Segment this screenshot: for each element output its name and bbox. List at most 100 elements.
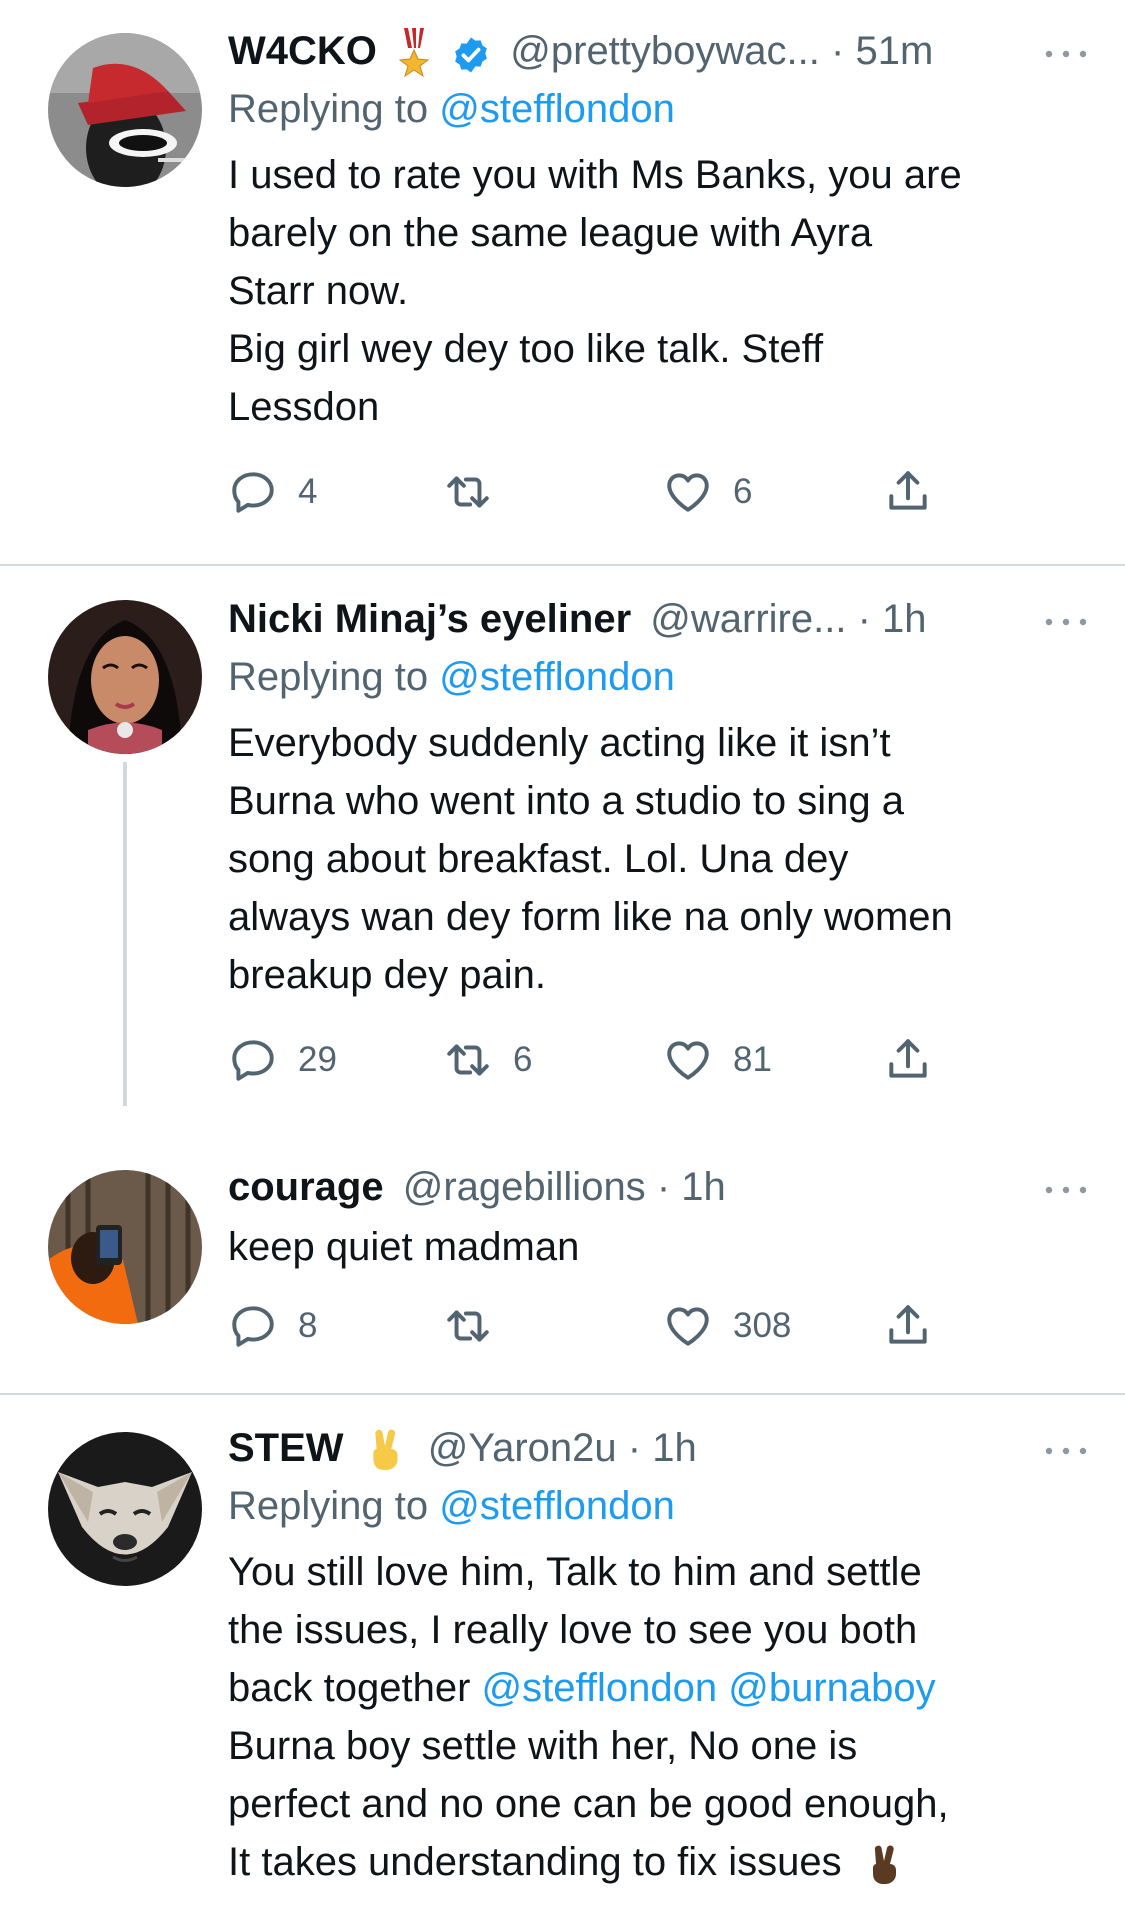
- reply-button[interactable]: 4: [228, 462, 317, 522]
- like-icon: [663, 1301, 713, 1351]
- share-button[interactable]: [883, 1030, 933, 1090]
- like-button[interactable]: 6: [663, 462, 752, 522]
- reply-count: 29: [298, 1040, 337, 1079]
- mention-link[interactable]: @stefflondon: [439, 655, 675, 699]
- text-segment: It takes understanding to fix issues: [228, 1840, 842, 1884]
- retweet-icon: [443, 1035, 493, 1085]
- thread-line: [123, 762, 127, 1106]
- retweet-button[interactable]: [443, 1296, 493, 1356]
- more-icon[interactable]: [1041, 590, 1091, 648]
- retweet-count: 6: [513, 1040, 533, 1079]
- text-line: breakup dey pain.: [228, 953, 547, 997]
- like-count: 6: [733, 472, 753, 511]
- handle[interactable]: @prettyboywac...: [510, 29, 820, 73]
- medal-icon: [394, 26, 434, 80]
- retweet-icon: [443, 1301, 493, 1351]
- avatar[interactable]: [48, 33, 202, 187]
- like-icon: [663, 1035, 713, 1085]
- handle[interactable]: @Yaron2u: [428, 1426, 617, 1470]
- more-icon[interactable]: [1041, 22, 1091, 80]
- timestamp[interactable]: 51m: [855, 29, 933, 73]
- reply-count: 4: [298, 472, 318, 511]
- display-name[interactable]: STEW: [228, 1426, 344, 1470]
- text-line: Burna boy settle with her, No one is: [228, 1724, 858, 1768]
- reply-icon: [228, 1301, 278, 1351]
- tweet-text: You still love him, Talk to him and sett…: [228, 1543, 1091, 1891]
- more-icon[interactable]: [1041, 1158, 1091, 1216]
- reply-icon: [228, 1035, 278, 1085]
- text-line: You still love him, Talk to him and sett…: [228, 1550, 922, 1594]
- text-line: keep quiet madman: [228, 1225, 580, 1269]
- display-name[interactable]: courage: [228, 1165, 384, 1209]
- text-line: song about breakfast. Lol. Una dey: [228, 837, 849, 881]
- like-button[interactable]: 308: [663, 1296, 791, 1356]
- tweet[interactable]: Nicki Minaj’s eyeliner @warrire... · 1h …: [0, 566, 1125, 1106]
- retweet-icon: [443, 467, 493, 517]
- like-icon: [663, 467, 713, 517]
- text-line: perfect and no one can be good enough,: [228, 1782, 949, 1826]
- victory-hand-emoji: [865, 1841, 905, 1887]
- text-line: Big girl wey dey too like talk. Steff: [228, 327, 824, 371]
- display-name[interactable]: W4CKO: [228, 29, 377, 73]
- timestamp[interactable]: 1h: [681, 1165, 726, 1209]
- replying-to: Replying to @stefflondon: [228, 1477, 1091, 1535]
- reply-icon: [228, 467, 278, 517]
- like-count: 308: [733, 1306, 792, 1345]
- separator: ·: [857, 597, 871, 641]
- text-line: Starr now.: [228, 269, 409, 313]
- text-line: back together @stefflondon @burnaboy: [228, 1659, 1091, 1717]
- timestamp[interactable]: 1h: [652, 1426, 697, 1470]
- mention-link[interactable]: @stefflondon: [439, 1484, 675, 1528]
- mention-link[interactable]: @burnaboy: [728, 1666, 935, 1710]
- tweet[interactable]: courage @ragebillions · 1h keep quiet ma…: [0, 1148, 1125, 1394]
- victory-hand-emoji: [365, 1425, 407, 1475]
- handle[interactable]: @warrire...: [650, 597, 846, 641]
- like-button[interactable]: 81: [663, 1030, 772, 1090]
- avatar[interactable]: [48, 1170, 202, 1324]
- like-count: 81: [733, 1040, 772, 1079]
- share-button[interactable]: [883, 462, 933, 522]
- replying-label: Replying to: [228, 87, 429, 131]
- action-bar: 8 308: [228, 1296, 1091, 1356]
- replying-to: Replying to @stefflondon: [228, 80, 1091, 138]
- separator: ·: [656, 1165, 671, 1209]
- separator: ·: [831, 29, 845, 73]
- replying-to: Replying to @stefflondon: [228, 648, 1091, 706]
- text-line: Lessdon: [228, 385, 380, 429]
- reply-button[interactable]: 29: [228, 1030, 337, 1090]
- retweet-button[interactable]: 6: [443, 1030, 532, 1090]
- display-name[interactable]: Nicki Minaj’s eyeliner: [228, 597, 631, 641]
- share-icon: [883, 1035, 933, 1085]
- mention-link[interactable]: @stefflondon: [482, 1666, 718, 1710]
- reply-count: 8: [298, 1306, 318, 1345]
- action-bar: 29 6 81: [228, 1030, 1091, 1090]
- text-line: barely on the same league with Ayra: [228, 211, 873, 255]
- mention-link[interactable]: @stefflondon: [439, 87, 675, 131]
- replying-label: Replying to: [228, 1484, 429, 1528]
- text-line: I used to rate you with Ms Banks, you ar…: [228, 153, 962, 197]
- tweet-text: keep quiet madman: [228, 1218, 1091, 1276]
- text-line: the issues, I really love to see you bot…: [228, 1608, 918, 1652]
- text-line: Burna who went into a studio to sing a: [228, 779, 904, 823]
- share-icon: [883, 467, 933, 517]
- tweet[interactable]: W4CKO @prettyboywac... · 51m Replying to…: [0, 0, 1125, 562]
- action-bar: 4 6: [228, 462, 1091, 522]
- avatar[interactable]: [48, 1432, 202, 1586]
- avatar[interactable]: [48, 600, 202, 754]
- text-line: Everybody suddenly acting like it isn’t: [228, 721, 891, 765]
- tweet-text: Everybody suddenly acting like it isn’t …: [228, 714, 1091, 1004]
- replying-label: Replying to: [228, 655, 429, 699]
- share-button[interactable]: [883, 1296, 933, 1356]
- tweet-text: I used to rate you with Ms Banks, you ar…: [228, 146, 1091, 436]
- tweet[interactable]: STEW @Yaron2u · 1h Replying to @stefflon…: [0, 1395, 1125, 1905]
- verified-badge-icon: [451, 33, 491, 73]
- text-segment: back together: [228, 1666, 471, 1710]
- timestamp[interactable]: 1h: [882, 597, 927, 641]
- text-line: It takes understanding to fix issues: [228, 1833, 1091, 1891]
- more-icon[interactable]: [1041, 1419, 1091, 1477]
- handle[interactable]: @ragebillions: [403, 1165, 646, 1209]
- separator: ·: [627, 1426, 642, 1470]
- retweet-button[interactable]: [443, 462, 493, 522]
- text-line: always wan dey form like na only women: [228, 895, 953, 939]
- reply-button[interactable]: 8: [228, 1296, 317, 1356]
